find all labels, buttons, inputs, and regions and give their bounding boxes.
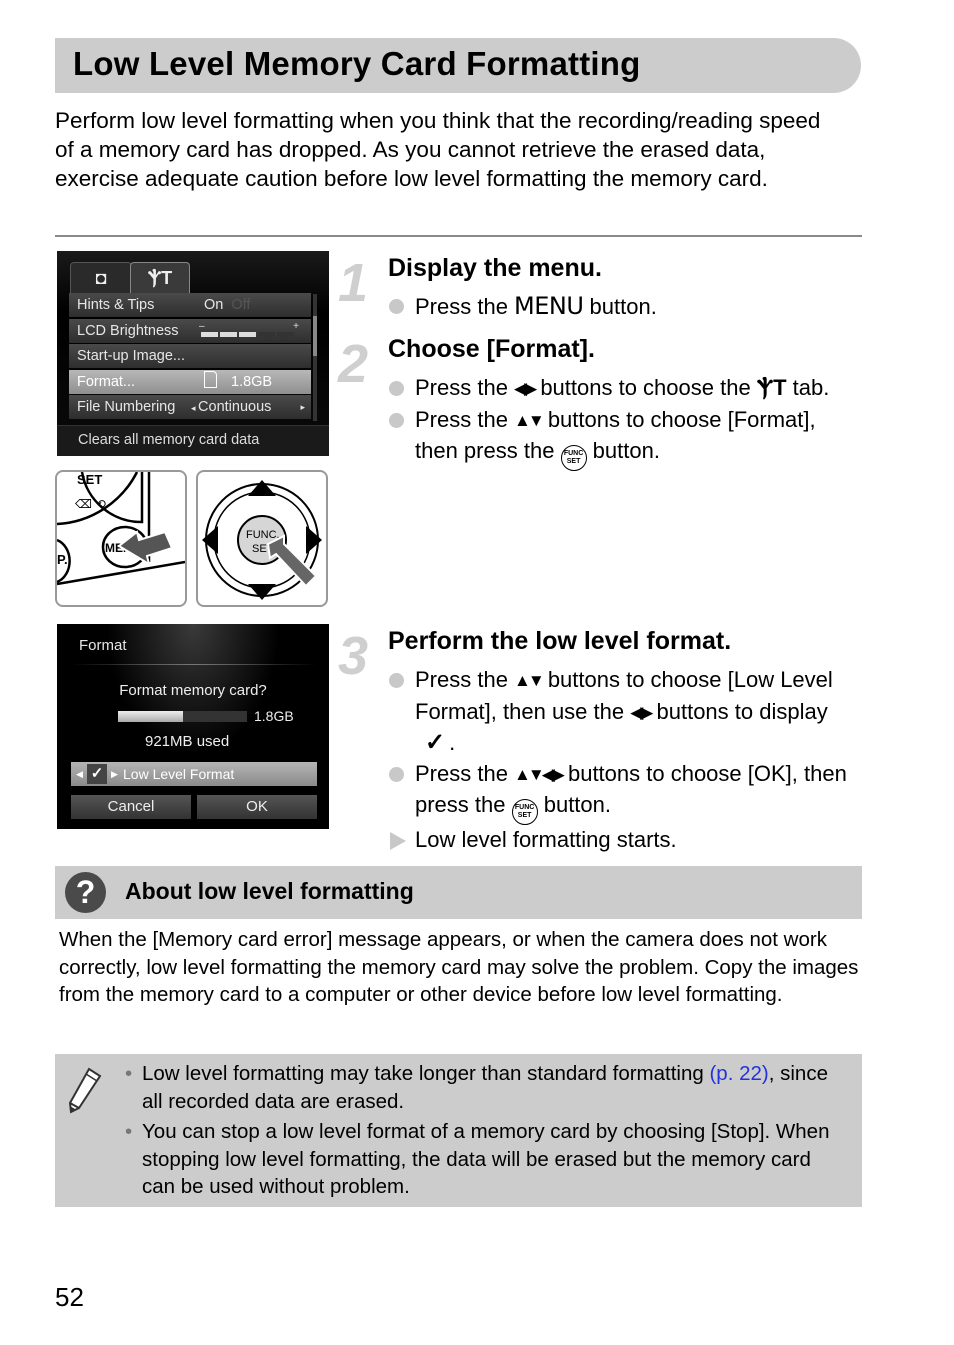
bullet-item: Press the ▲▼ buttons to choose [Low Leve… bbox=[388, 665, 858, 759]
arrow-left-icon: ◀ bbox=[76, 769, 83, 779]
left-right-arrows-icon: ◀▶ bbox=[630, 702, 653, 722]
four-way-arrows-icon: ▲▼◀▶ bbox=[514, 764, 565, 784]
about-section-header: ? About low level formatting bbox=[55, 866, 862, 919]
brightness-level: – + bbox=[199, 321, 299, 339]
camera-icon: ◘ bbox=[95, 268, 107, 288]
about-body: When the [Memory card error] message app… bbox=[59, 928, 859, 1007]
ok-button: OK bbox=[197, 795, 317, 819]
step-1-bullets: Press the MENU button. bbox=[388, 291, 858, 323]
question-icon: ? bbox=[65, 872, 106, 913]
tools-tab-icon: ⲮT bbox=[756, 375, 787, 400]
arrow-right-icon: ▶ bbox=[111, 769, 118, 779]
cancel-button: Cancel bbox=[71, 795, 191, 819]
note-item: You can stop a low level format of a mem… bbox=[125, 1118, 845, 1201]
brightness-segment bbox=[201, 331, 218, 337]
step-2-bullets: Press the ◀▶ buttons to choose the ⲮT ta… bbox=[388, 373, 858, 471]
tools-icon: ⲮT bbox=[147, 268, 173, 288]
menu-row-format: Format... 1.8GB bbox=[69, 369, 311, 394]
intro-paragraph: Perform low level formatting when you th… bbox=[55, 108, 821, 191]
usage-bar-fill bbox=[118, 711, 183, 722]
bullet-item: Press the MENU button. bbox=[388, 291, 858, 323]
menu-row-file-numbering: File Numbering ◂ Continuous ▸ bbox=[69, 395, 311, 420]
usage-bar bbox=[118, 711, 247, 722]
result-arrow-icon bbox=[390, 832, 406, 850]
func-set-dial-illustration: FUNC. SET bbox=[196, 470, 328, 607]
tab-camera: ◘ bbox=[70, 262, 132, 293]
page-number: 52 bbox=[55, 1282, 84, 1312]
menu-hint: Clears all memory card data bbox=[57, 425, 329, 456]
result-item: Low level formatting starts. bbox=[388, 825, 858, 856]
checkbox-checked: ✓ bbox=[87, 764, 107, 784]
step-3-bullets: Press the ▲▼ buttons to choose [Low Leve… bbox=[388, 665, 858, 856]
note-box: Low level formatting may take longer tha… bbox=[55, 1054, 862, 1207]
step-number-3: 3 bbox=[338, 626, 369, 686]
up-down-arrows-icon: ▲▼ bbox=[514, 671, 545, 690]
dialog-header: Format bbox=[79, 637, 127, 654]
func-set-button-icon: FUNC SET bbox=[511, 799, 538, 825]
menu-button-illustration: SET ⌫ ⟲ P. MENU bbox=[55, 470, 187, 607]
note-item: Low level formatting may take longer tha… bbox=[125, 1060, 845, 1115]
dialog-question: Format memory card? bbox=[119, 682, 267, 699]
camera-menu-screen: ◘ ⲮT Hints & Tips On Off LCD Brightness –… bbox=[57, 251, 329, 456]
svg-text:⌫ ⟲: ⌫ ⟲ bbox=[74, 497, 106, 511]
brightness-segment bbox=[258, 331, 275, 337]
step-number-2: 2 bbox=[338, 334, 369, 394]
step-number-1: 1 bbox=[338, 253, 369, 313]
tab-tools: ⲮT bbox=[130, 262, 190, 293]
up-down-arrows-icon: ▲▼ bbox=[514, 410, 545, 430]
menu-button-icon: MENU bbox=[514, 292, 584, 320]
brightness-segment bbox=[220, 331, 237, 337]
title-bar: Low Level Memory Card Formatting bbox=[55, 38, 861, 93]
svg-text:FUNC.: FUNC. bbox=[246, 529, 280, 541]
scrollbar bbox=[313, 294, 317, 421]
menu-row-lcd-brightness: LCD Brightness – + bbox=[69, 318, 311, 343]
step-title-1: Display the menu. bbox=[388, 254, 602, 282]
menu-row-startup-image: Start-up Image... bbox=[69, 344, 311, 369]
divider bbox=[55, 235, 862, 237]
bullet-item: Press the ◀▶ buttons to choose the ⲮT ta… bbox=[388, 373, 858, 405]
svg-text:P.: P. bbox=[57, 552, 68, 567]
format-dialog-screen: Format Format memory card? 1.8GB 921MB u… bbox=[57, 624, 329, 829]
brightness-segment bbox=[239, 331, 256, 337]
card-capacity: 1.8GB bbox=[254, 708, 294, 724]
svg-text:SET: SET bbox=[77, 472, 102, 487]
left-right-arrows-icon: ◀▶ bbox=[514, 379, 537, 398]
menu-row-hints: Hints & Tips On Off bbox=[69, 293, 311, 317]
arrow-right-icon: ▸ bbox=[300, 402, 305, 413]
step-title-3: Perform the low level format. bbox=[388, 627, 732, 655]
step-title-2: Choose [Format]. bbox=[388, 335, 595, 363]
page-title: Low Level Memory Card Formatting bbox=[73, 45, 641, 82]
brightness-segment bbox=[277, 331, 294, 337]
bullet-item: Press the ▲▼◀▶ buttons to choose [OK], t… bbox=[388, 759, 858, 825]
func-set-button-icon: FUNC SET bbox=[560, 445, 587, 471]
memory-card-icon bbox=[204, 370, 217, 388]
page-link[interactable]: (p. 22) bbox=[709, 1062, 768, 1085]
pencil-icon bbox=[68, 1067, 102, 1114]
low-level-format-option: ◀ ✓ ▶ Low Level Format bbox=[71, 762, 317, 786]
checkmark-icon: ✓ bbox=[425, 729, 446, 756]
about-title: About low level formatting bbox=[125, 878, 414, 904]
used-space: 921MB used bbox=[145, 733, 230, 750]
bullet-item: Press the ▲▼ buttons to choose [Format],… bbox=[388, 405, 858, 471]
